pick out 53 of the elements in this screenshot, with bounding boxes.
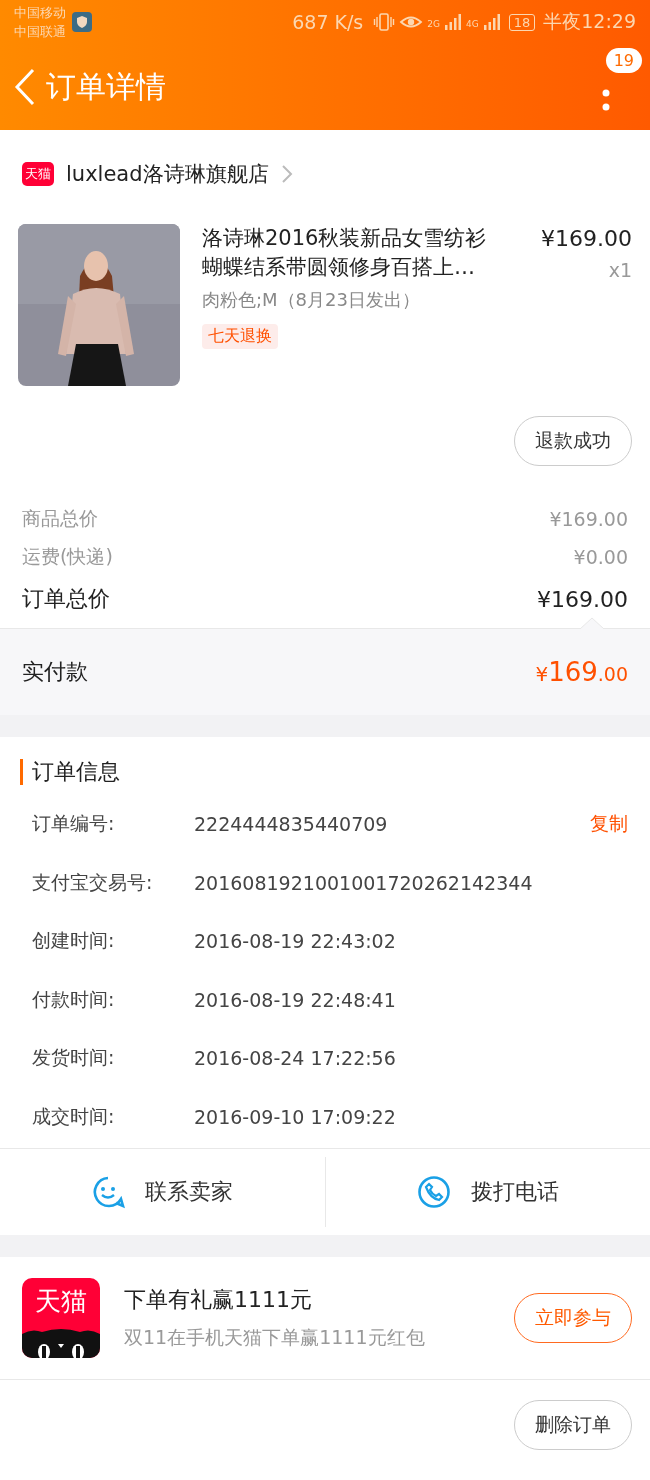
refund-status-button[interactable]: 退款成功	[514, 416, 632, 466]
signal-icon	[444, 13, 462, 31]
info-value: 2016-08-19 22:43:02	[194, 930, 396, 953]
info-label: 付款时间:	[32, 986, 116, 1012]
info-value: 2016-08-19 22:48:41	[194, 988, 396, 1011]
signal-icon	[482, 13, 501, 31]
store-logo: 天猫	[22, 162, 54, 186]
contact-button[interactable]: 联系卖家	[85, 1174, 240, 1210]
battery-indicator: 18	[508, 13, 536, 31]
phone-icon	[416, 1175, 451, 1209]
store-name[interactable]: luxlead洛诗琳旗舰店	[66, 160, 269, 188]
paid-amount: ¥169.00	[535, 657, 628, 687]
shield-icon	[72, 12, 92, 32]
back-icon[interactable]	[14, 68, 36, 106]
network-speed: 687 K/s	[292, 11, 364, 33]
contact-button[interactable]: 拨打电话	[410, 1174, 565, 1210]
info-value: 2016081921001001720262142344	[194, 871, 533, 894]
product-price: ¥169.00	[541, 225, 632, 253]
summary-label: 运费(快递)	[22, 544, 113, 569]
promo-title: 下单有礼赢1111元	[124, 1286, 313, 1314]
info-value: 2224444835440709	[194, 813, 388, 836]
product-variant: 肉粉色;M（8月23日发出）	[202, 288, 421, 312]
product-title[interactable]: 洛诗琳2016秋装新品女雪纺衫蝴蝶结系带圆领修身百搭上…	[202, 224, 502, 282]
network-type-label: 4G	[466, 19, 479, 29]
section-title: 订单信息	[20, 759, 650, 785]
info-label: 支付宝交易号:	[32, 869, 154, 895]
info-label: 订单编号:	[32, 811, 116, 837]
info-label: 创建时间:	[32, 928, 116, 954]
return-policy-tag: 七天退换	[202, 324, 278, 349]
notification-badge: 19	[605, 48, 642, 73]
app-logo: 天猫	[22, 1278, 100, 1358]
delete-order-button[interactable]: 删除订单	[514, 1400, 632, 1450]
summary-label: 订单总价	[22, 585, 110, 613]
more-icon[interactable]	[602, 89, 610, 113]
product-quantity: x1	[608, 259, 632, 281]
smiley-chat-icon	[91, 1175, 126, 1209]
vibrate-icon	[373, 12, 396, 32]
chevron-right-icon[interactable]	[280, 164, 293, 184]
info-value: 2016-08-24 17:22:56	[194, 1047, 396, 1070]
carrier-label: 中国移动	[14, 4, 66, 22]
info-label: 发货时间:	[32, 1045, 116, 1071]
summary-value: ¥169.00	[537, 586, 628, 612]
info-label: 成交时间:	[32, 1103, 116, 1129]
clock: 半夜12:29	[543, 9, 636, 34]
summary-label: 商品总价	[22, 506, 98, 531]
promo-subtitle: 双11在手机天猫下单赢1111元红包	[124, 1325, 426, 1350]
carrier-label: 中国联通	[14, 23, 66, 41]
summary-value: ¥169.00	[549, 508, 628, 530]
network-type-label: 2G	[427, 19, 440, 29]
page-title: 订单详情	[46, 67, 166, 106]
paid-label: 实付款	[22, 658, 88, 686]
summary-value: ¥0.00	[573, 546, 628, 568]
info-value: 2016-09-10 17:09:22	[194, 1105, 396, 1128]
